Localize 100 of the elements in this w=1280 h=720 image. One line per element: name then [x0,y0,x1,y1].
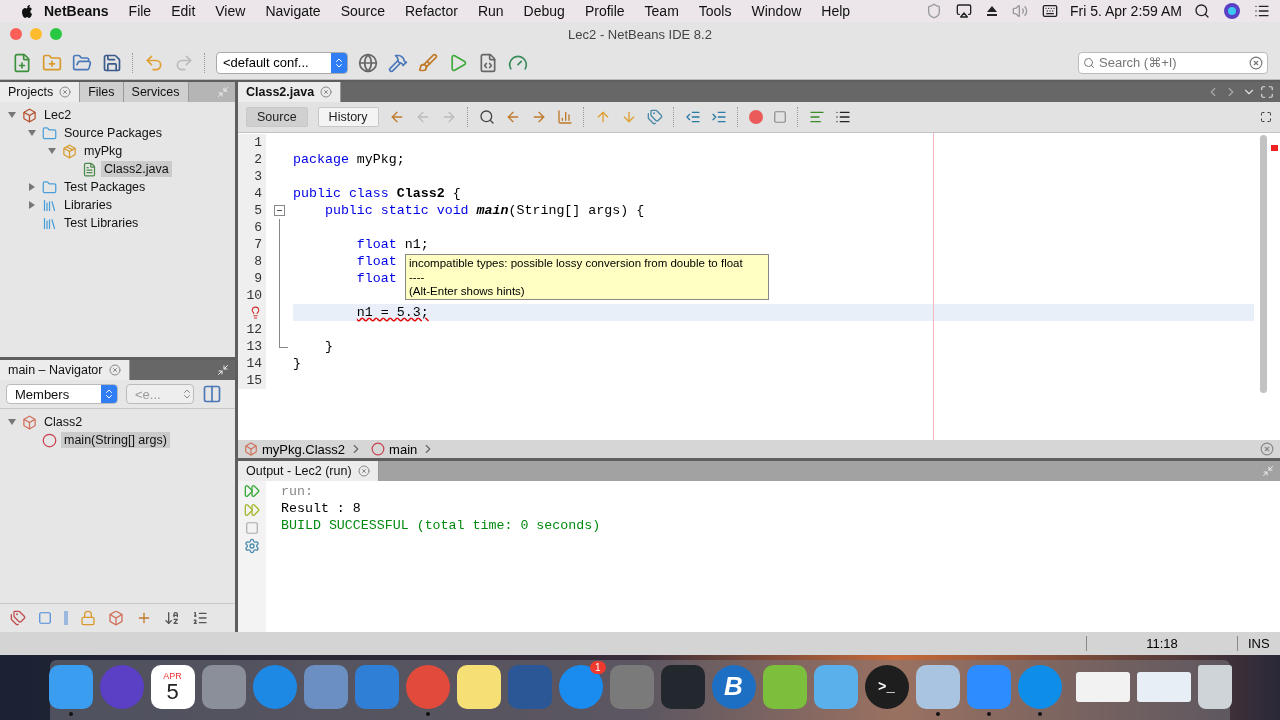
window-thumbnail[interactable] [1075,671,1130,702]
stop-icon[interactable] [245,521,259,535]
tree-item[interactable]: Lec2 [41,107,75,123]
menu-item[interactable]: Debug [513,3,575,19]
minimize-icon[interactable] [1262,465,1274,477]
app-icon[interactable] [48,664,93,709]
zoom-button[interactable] [50,28,62,40]
menu-item[interactable]: Run [467,3,514,19]
align-icon[interactable] [808,109,825,125]
menu-item[interactable]: Help [811,3,861,19]
menu-item[interactable]: View [205,3,256,19]
new-file-icon[interactable] [12,52,32,73]
undo-icon[interactable] [144,52,164,73]
search-field[interactable]: Search (⌘+I) [1078,51,1268,74]
airplay-icon[interactable] [955,3,972,19]
app-icon[interactable]: B [711,664,756,709]
hammer-icon[interactable] [388,52,408,73]
tree-item[interactable]: Class2.java [101,161,172,177]
tree-item[interactable]: Source Packages [61,125,165,141]
panel-tab[interactable]: Services [123,82,189,102]
breadcrumb-item[interactable]: myPkg.Class2 [244,441,364,457]
record-icon[interactable] [748,110,763,124]
keyboard-icon[interactable] [1041,3,1058,19]
list-icon[interactable] [1254,3,1270,19]
volume-icon[interactable] [1011,3,1028,19]
app-icon[interactable] [762,664,807,709]
lock-icon[interactable] [80,610,96,626]
list-icon[interactable] [834,109,851,125]
menu-item[interactable]: Window [741,3,812,19]
tree-item[interactable]: Class2 [41,414,86,430]
config-select[interactable]: <default conf... [216,51,348,74]
menu-item[interactable]: Refactor [395,3,468,19]
eject-icon[interactable] [985,5,998,17]
trash-icon[interactable] [1197,664,1232,709]
scrollbar[interactable] [1260,135,1268,393]
shield-icon[interactable] [925,3,942,19]
app-menu[interactable]: NetBeans [34,3,119,19]
app-icon[interactable] [456,664,501,709]
close-icon[interactable] [1260,442,1274,456]
error-hint-icon[interactable] [249,306,262,319]
menu-item[interactable]: Profile [574,3,635,19]
close-icon[interactable] [320,86,333,98]
tree-item[interactable]: Libraries [61,197,115,213]
app-icon[interactable]: >_ [864,664,909,709]
fold-icon[interactable] [274,205,285,216]
app-icon[interactable] [915,664,960,709]
shift-right-icon[interactable] [710,109,727,125]
minimize-icon[interactable] [217,364,229,376]
panel-tab[interactable]: Files [80,82,124,102]
rerun-icon[interactable] [244,502,260,518]
clear-icon[interactable] [1249,55,1263,70]
split-icon[interactable] [1260,111,1272,123]
run-icon[interactable] [448,52,468,73]
settings-icon[interactable] [244,538,260,554]
menu-item[interactable]: Source [330,3,395,19]
class-icon[interactable] [108,610,124,626]
apple-icon[interactable] [20,3,34,19]
window-thumbnail[interactable] [1136,671,1191,702]
tree-item[interactable]: myPkg [81,143,126,159]
close-button[interactable] [10,28,22,40]
search-icon[interactable] [1194,3,1210,19]
panel-tab[interactable]: main – Navigator [0,360,130,380]
menu-item[interactable]: Tools [688,3,742,19]
brush-icon[interactable] [418,52,438,73]
view-button[interactable]: History [317,107,379,127]
tags-icon[interactable] [10,610,26,626]
app-icon[interactable] [201,664,246,709]
rerun-icon[interactable] [244,483,260,499]
menu-clock[interactable]: Fri 5. Apr 2:59 AM [1069,3,1182,19]
breadcrumb-item[interactable]: main [371,441,436,457]
stop-icon[interactable] [772,110,787,124]
add-icon[interactable] [136,610,152,626]
menu-item[interactable]: Edit [161,3,206,19]
error-marker[interactable] [1271,145,1278,151]
redo-icon[interactable] [174,52,194,73]
calendar-app-icon[interactable]: APR 5 [150,664,195,709]
columns-icon[interactable] [202,384,222,404]
sort-alpha-icon[interactable] [164,610,180,626]
new-folder-icon[interactable] [42,52,62,73]
view-button[interactable]: Source [246,107,308,127]
tree-item[interactable]: main(String[] args) [61,432,170,448]
folder-icon[interactable] [72,52,92,73]
output-tab[interactable]: Output - Lec2 (run) [238,461,379,481]
shift-left-icon[interactable] [684,109,701,125]
close-icon[interactable] [59,86,72,98]
close-icon[interactable] [357,465,370,477]
globe-icon[interactable] [358,52,378,73]
editor-tab[interactable]: Class2.java [238,82,342,102]
sort-list-icon[interactable] [192,610,208,626]
search-icon[interactable] [478,109,495,125]
siri-icon[interactable] [1224,3,1240,19]
maximize-icon[interactable] [1260,85,1274,99]
panel-tab[interactable]: Projects [0,82,81,102]
save-icon[interactable] [102,52,122,73]
menu-item[interactable]: Navigate [255,3,331,19]
members-select[interactable]: Members [6,384,118,404]
close-icon[interactable] [108,364,121,376]
menu-item[interactable]: File [118,3,162,19]
square-icon[interactable] [38,611,52,625]
menu-item[interactable]: Team [634,3,689,19]
